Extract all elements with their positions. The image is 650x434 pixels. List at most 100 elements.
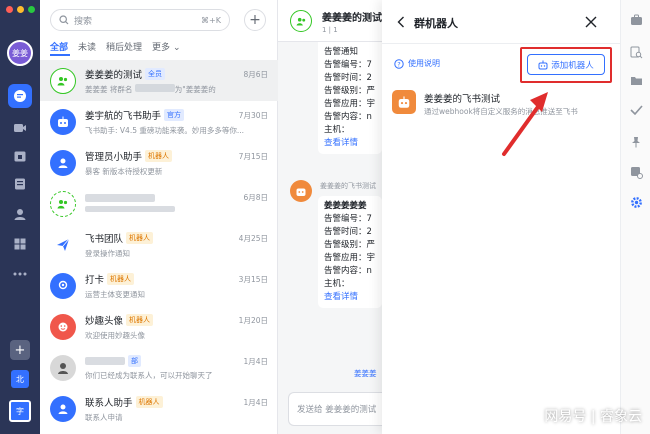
help-link[interactable]: ? 使用说明 xyxy=(394,58,440,69)
search-icon xyxy=(59,15,69,25)
svg-text:?: ? xyxy=(397,60,400,68)
alert-message-card: 姜姜姜姜姜 告警编号：7 告警时间：2 告警级别：严 告警应用：宇 告警内容：n… xyxy=(318,196,382,308)
chat-preview: 登录操作通知 xyxy=(85,248,130,258)
chat-preview: 欢迎使用妙趣头像 xyxy=(85,330,145,340)
blurred-text xyxy=(134,83,175,92)
watermark: 网易号 | 睿象云 xyxy=(544,409,642,425)
group-avatar-icon xyxy=(290,10,312,32)
chat-list-panel: 搜索 ⌘+K + 全部 未读 稍后处理 更多 ⌄ 姜姜姜的测试 全员 姜姜姜 将群… xyxy=(40,0,278,434)
close-icon[interactable] xyxy=(582,13,600,31)
chat-time: 8月6日 xyxy=(243,70,268,79)
chat-item[interactable]: 联系人助手 机器人 联系人申请 1月4日 xyxy=(40,388,278,429)
chat-name: 管理员小助手 xyxy=(85,151,143,163)
tab-unread[interactable]: 未读 xyxy=(78,40,96,53)
back-chevron-icon[interactable] xyxy=(392,13,410,31)
chat-time: 1月4日 xyxy=(243,398,268,407)
maximize-window-button[interactable] xyxy=(28,6,35,13)
msg-line: 告警内容：n xyxy=(324,266,372,276)
doc-search-icon[interactable] xyxy=(628,44,644,60)
blurred-text xyxy=(85,356,125,365)
video-meeting-icon[interactable] xyxy=(10,118,30,138)
checkin-icon xyxy=(50,272,76,299)
docs-icon[interactable] xyxy=(10,174,30,194)
search-input[interactable]: 搜索 xyxy=(74,14,92,27)
msg-line: 告警编号：7 xyxy=(324,214,372,224)
chat-item[interactable]: 管理员小助手 机器人 暴客 新版本待授权更新 7月15日 xyxy=(40,142,278,183)
chat-item[interactable]: 姜姜姜的测试 全员 姜姜姜 将群名 为"姜姜姜的 8月6日 xyxy=(40,60,278,101)
msg-line: 告警通知 xyxy=(324,47,359,57)
bot-avatar-icon xyxy=(290,180,312,202)
chevron-down-icon: ⌄ xyxy=(172,43,181,53)
chat-badge: 官方 xyxy=(164,108,185,121)
add-workspace-button[interactable]: + xyxy=(10,340,30,360)
contacts-icon[interactable] xyxy=(10,204,30,224)
workspace-switch-1[interactable]: 北 xyxy=(11,370,29,388)
chat-item[interactable]: 姜宇航的飞书助手 官方 飞书助手: V4.5 重磅功能来袭。妙用多多等你... 7… xyxy=(40,101,278,142)
robot-settings-icon[interactable] xyxy=(628,164,644,180)
msg-line: 告警时间：2 xyxy=(324,73,372,83)
filter-tabs: 全部 未读 稍后处理 更多 ⌄ xyxy=(50,40,180,53)
view-details-link[interactable]: 查看详情 xyxy=(324,291,376,304)
chat-preview: 联系人申请 xyxy=(85,412,123,422)
message-sender: 姜姜姜的飞书测试 xyxy=(320,182,376,190)
chat-badge: 部 xyxy=(128,354,141,367)
briefcase-icon[interactable] xyxy=(628,12,644,28)
tab-later[interactable]: 稍后处理 xyxy=(106,40,142,53)
chat-preview: 你们已经成为联系人，可以开始聊天了 xyxy=(85,370,213,380)
create-button[interactable]: + xyxy=(244,9,266,31)
checkmark-icon[interactable] xyxy=(628,102,644,118)
chat-time: 4月25日 xyxy=(238,234,268,243)
more-icon[interactable] xyxy=(10,264,30,284)
chat-time: 1月4日 xyxy=(243,357,268,366)
workspace-switch-2[interactable]: 字 xyxy=(9,400,31,422)
chat-preview-tail: 为"姜姜姜的 xyxy=(174,84,216,94)
close-window-button[interactable] xyxy=(6,6,13,13)
msg-line: 告警级别：严 xyxy=(324,240,376,250)
chat-badge: 机器人 xyxy=(145,149,173,162)
view-details-link[interactable]: 查看详情 xyxy=(324,137,376,150)
chat-item[interactable]: 6月8日 xyxy=(40,183,278,224)
message-input[interactable]: 发送给 姜姜姜的测试 xyxy=(288,392,382,426)
calendar-icon[interactable] xyxy=(10,146,30,166)
chat-item[interactable]: 妙趣头像 机器人 欢迎使用妙趣头像 1月20日 xyxy=(40,306,278,347)
chat-item[interactable]: 部 你们已经成为联系人，可以开始聊天了 1月4日 xyxy=(40,347,278,388)
add-robot-label: 添加机器人 xyxy=(551,60,594,71)
chat-item[interactable]: 飞书团队 机器人 登录操作通知 4月25日 xyxy=(40,224,278,265)
gear-icon[interactable] xyxy=(628,194,644,210)
minimize-window-button[interactable] xyxy=(17,6,24,13)
group-avatar-icon xyxy=(50,67,76,94)
chat-badge: 机器人 xyxy=(126,313,154,326)
user-avatar[interactable]: 姜姜 xyxy=(7,40,33,66)
contact-assistant-icon xyxy=(50,395,76,422)
chat-badge: 机器人 xyxy=(126,231,154,244)
chat-name: 飞书团队 xyxy=(85,233,124,245)
folder-icon[interactable] xyxy=(628,72,644,88)
messages-icon[interactable] xyxy=(8,84,32,108)
feishu-app: 姜姜 + 北 字 搜索 ⌘+K + 全部 未读 稍后处理 更多 ⌄ 姜姜姜的测试… xyxy=(0,0,650,434)
annotation-arrow-icon xyxy=(502,92,548,156)
chat-item[interactable]: 打卡 机器人 运营主体变更通知 3月15日 xyxy=(40,265,278,306)
alert-message-card: 告警通知 告警编号：7 告警时间：2 告警级别：严 告警应用：宇 告警内容：n … xyxy=(318,42,382,154)
robot-plus-icon xyxy=(538,60,548,69)
pin-icon[interactable] xyxy=(628,134,644,150)
panel-title: 群机器人 xyxy=(414,17,458,30)
window-controls xyxy=(6,6,35,13)
workplace-icon[interactable] xyxy=(10,234,30,254)
chat-pane: 姜姜姜的测试 1 | 1 告警通知 告警编号：7 告警时间：2 告警级别：严 告… xyxy=(278,0,382,434)
tab-underline xyxy=(50,54,70,56)
chat-title: 姜姜姜的测试 xyxy=(322,13,382,24)
panel-header: 群机器人 xyxy=(382,0,620,44)
chat-header: 姜姜姜的测试 1 | 1 xyxy=(278,0,382,42)
blurred-text xyxy=(85,193,155,202)
help-label: 使用说明 xyxy=(408,59,440,68)
search-shortcut: ⌘+K xyxy=(201,15,221,25)
tab-more[interactable]: 更多 ⌄ xyxy=(152,40,180,53)
msg-line: 告警编号：7 xyxy=(324,60,372,70)
tab-all[interactable]: 全部 xyxy=(50,40,68,53)
assistant-robot-icon xyxy=(50,108,76,135)
add-robot-button[interactable]: 添加机器人 xyxy=(527,54,605,75)
msg-line: 告警应用：宇 xyxy=(324,99,376,109)
chat-time: 3月15日 xyxy=(238,275,268,284)
msg-line: 主机： xyxy=(324,125,350,135)
search-box[interactable]: 搜索 ⌘+K xyxy=(50,9,230,31)
